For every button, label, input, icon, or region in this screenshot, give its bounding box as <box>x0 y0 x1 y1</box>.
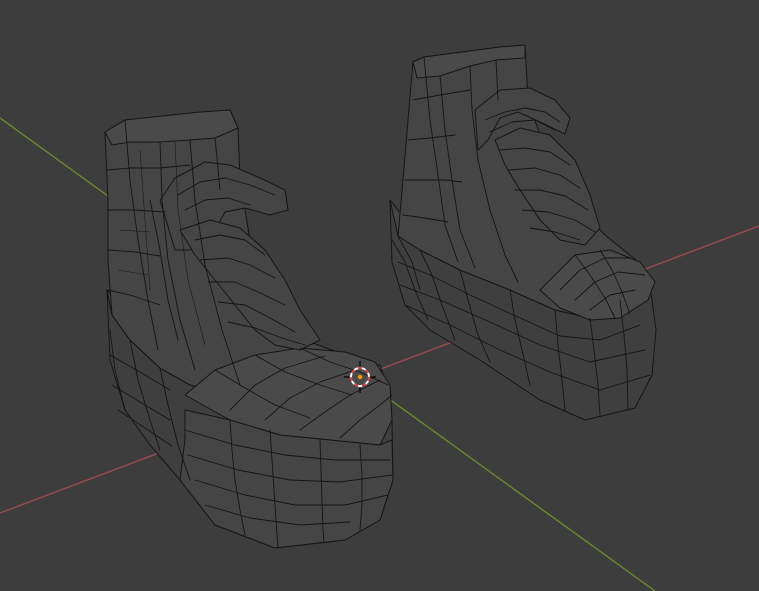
viewport-scene[interactable] <box>0 0 759 591</box>
3d-viewport[interactable] <box>0 0 759 591</box>
left-boot[interactable] <box>104 109 394 549</box>
right-boot[interactable] <box>389 44 657 421</box>
